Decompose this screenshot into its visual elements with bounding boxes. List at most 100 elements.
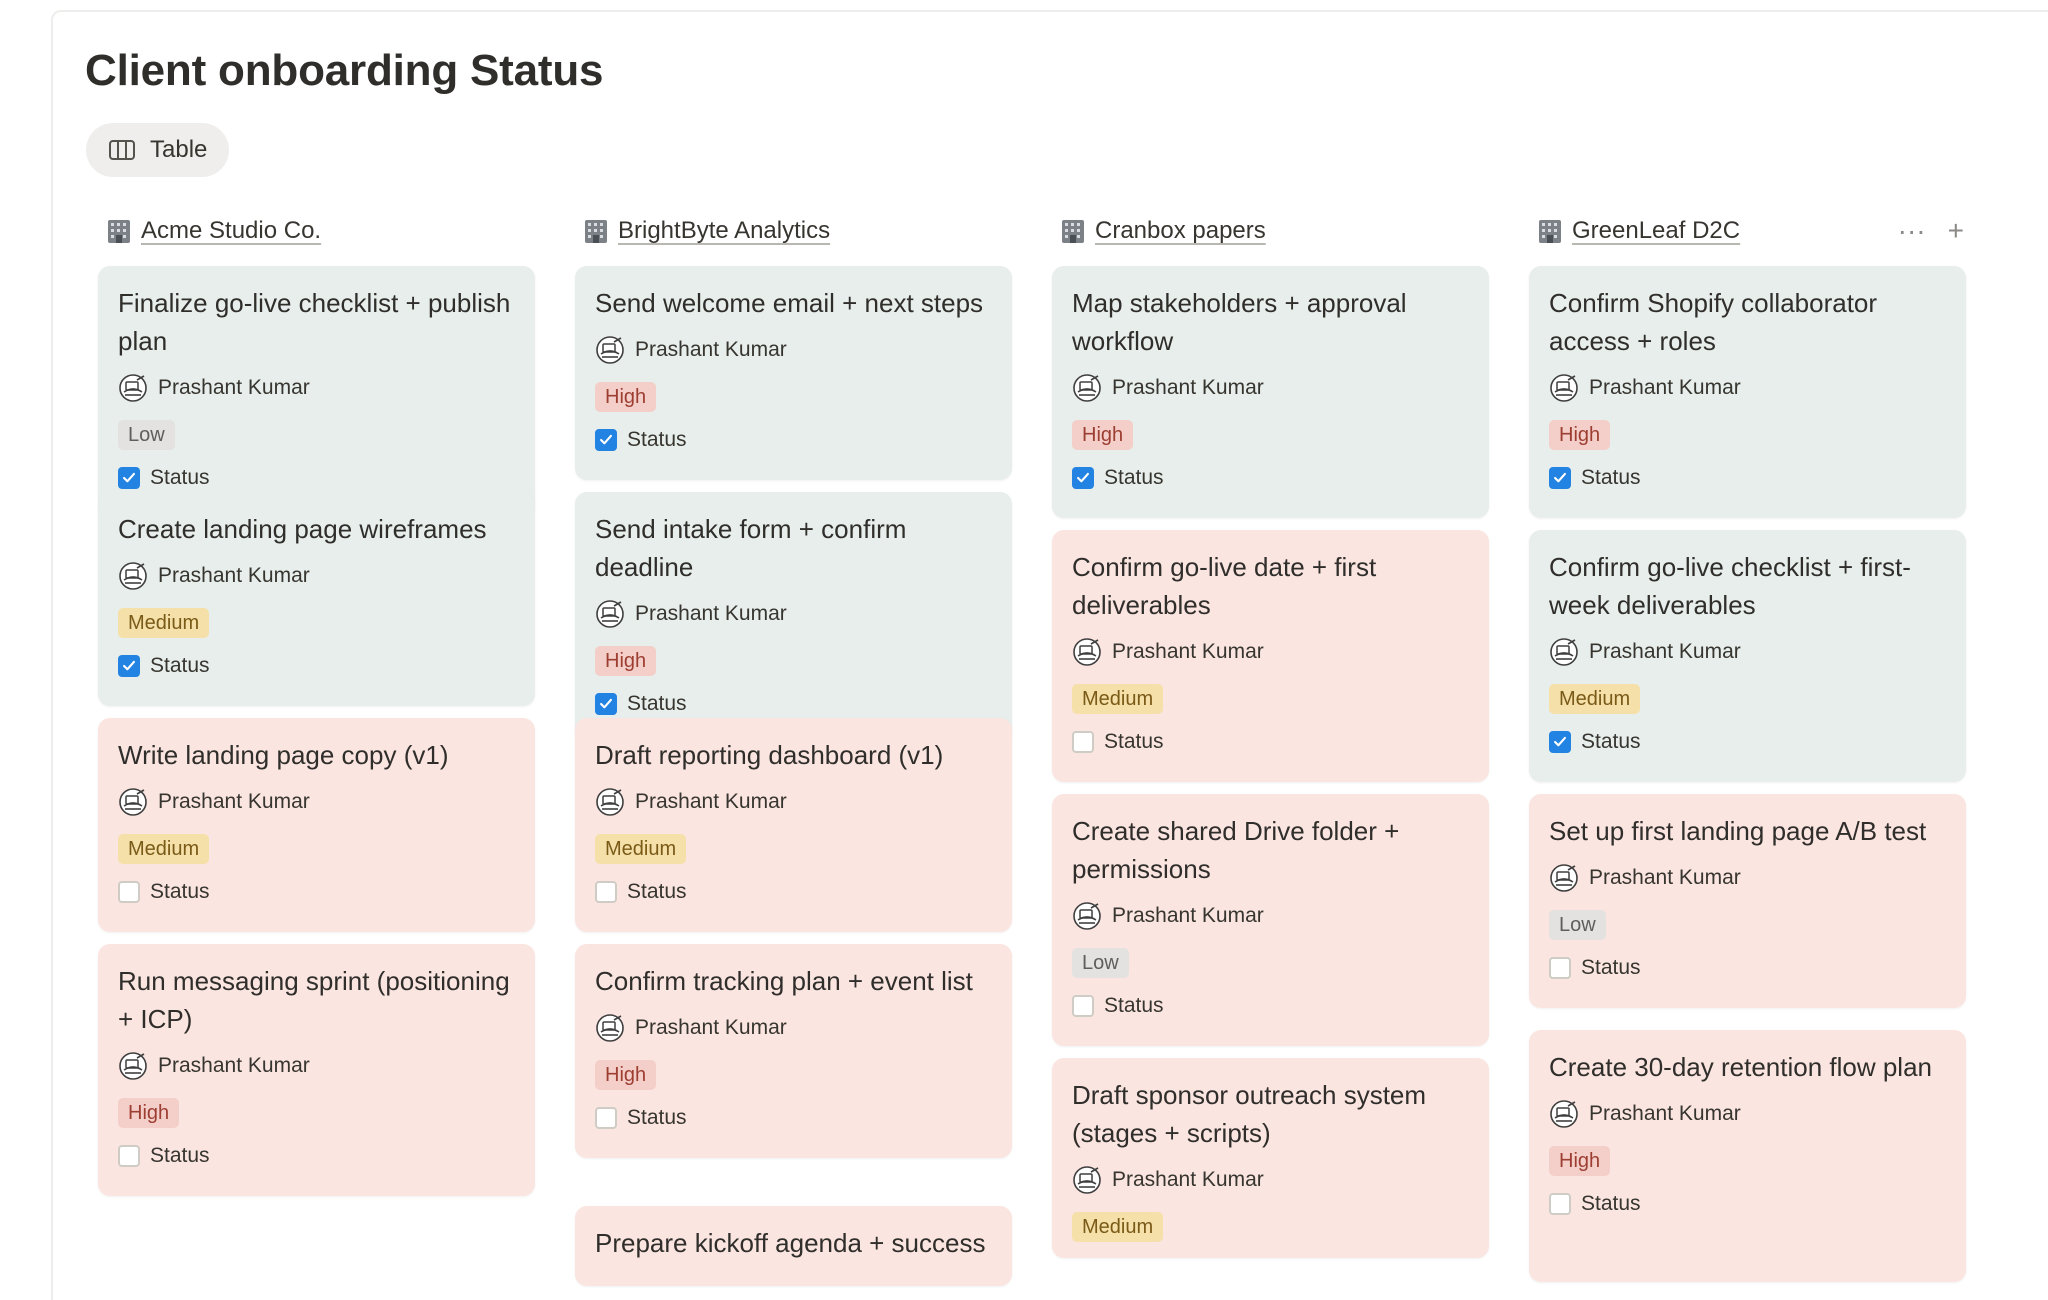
- priority-badge[interactable]: Medium: [1072, 1212, 1164, 1242]
- status-property[interactable]: Status: [1072, 992, 1469, 1020]
- assignee[interactable]: Prashant Kumar: [595, 336, 992, 364]
- task-card[interactable]: Write landing page copy (v1) Prashant Kum…: [98, 718, 535, 932]
- assignee[interactable]: Prashant Kumar: [1072, 638, 1469, 666]
- checkbox-checked-icon[interactable]: [1549, 467, 1571, 489]
- priority-badge[interactable]: Low: [118, 420, 175, 450]
- status-property[interactable]: Status: [1072, 464, 1469, 492]
- column-title[interactable]: BrightByte Analytics: [618, 217, 830, 245]
- task-card[interactable]: Finalize go-live checklist + publish pla…: [98, 266, 535, 518]
- checkbox-checked-icon[interactable]: [595, 693, 617, 715]
- status-label: Status: [150, 880, 210, 903]
- assignee[interactable]: Prashant Kumar: [1549, 864, 1946, 892]
- task-card[interactable]: Map stakeholders + approval workflow Pras…: [1052, 266, 1489, 518]
- status-property[interactable]: Status: [118, 878, 515, 906]
- priority-badge[interactable]: Medium: [118, 834, 210, 864]
- priority-badge[interactable]: High: [595, 382, 657, 412]
- status-property[interactable]: Status: [1549, 464, 1946, 492]
- checkbox-unchecked-icon[interactable]: [1549, 1193, 1571, 1215]
- status-property[interactable]: Status: [1549, 728, 1946, 756]
- task-card[interactable]: Confirm Shopify collaborator access + ro…: [1529, 266, 1966, 518]
- assignee[interactable]: Prashant Kumar: [595, 600, 992, 628]
- assignee[interactable]: Prashant Kumar: [118, 1052, 515, 1080]
- status-property[interactable]: Status: [1549, 1190, 1946, 1218]
- checkbox-unchecked-icon[interactable]: [1072, 995, 1094, 1017]
- more-options-icon[interactable]: ···: [1898, 217, 1926, 245]
- avatar-icon: [595, 335, 625, 365]
- assignee[interactable]: Prashant Kumar: [1072, 374, 1469, 402]
- assignee-name: Prashant Kumar: [635, 790, 787, 813]
- assignee[interactable]: Prashant Kumar: [595, 1014, 992, 1042]
- card-title: Set up first landing page A/B test: [1549, 816, 1927, 846]
- priority-badge[interactable]: High: [1072, 420, 1134, 450]
- assignee[interactable]: Prashant Kumar: [1549, 638, 1946, 666]
- checkbox-checked-icon[interactable]: [1549, 731, 1571, 753]
- column-title[interactable]: Acme Studio Co.: [141, 217, 321, 245]
- status-label: Status: [150, 466, 210, 489]
- add-card-icon[interactable]: +: [1948, 217, 1964, 245]
- priority-badge[interactable]: Medium: [595, 834, 687, 864]
- avatar-icon: [1072, 373, 1102, 403]
- priority-badge[interactable]: High: [595, 1060, 657, 1090]
- assignee[interactable]: Prashant Kumar: [595, 788, 992, 816]
- assignee[interactable]: Prashant Kumar: [1549, 374, 1946, 402]
- checkbox-unchecked-icon[interactable]: [118, 1145, 140, 1167]
- priority-badge[interactable]: Low: [1072, 948, 1129, 978]
- assignee[interactable]: Prashant Kumar: [1549, 1100, 1946, 1128]
- status-property[interactable]: Status: [118, 464, 515, 492]
- task-card[interactable]: Set up first landing page A/B test Prasha…: [1529, 794, 1966, 1008]
- tab-table-view[interactable]: Table: [86, 123, 229, 177]
- avatar-icon: [595, 599, 625, 629]
- assignee-name: Prashant Kumar: [1589, 866, 1741, 889]
- task-card[interactable]: Draft sponsor outreach system (stages + …: [1052, 1058, 1489, 1258]
- task-card[interactable]: Send intake form + confirm deadline Prash…: [575, 492, 1012, 744]
- checkbox-unchecked-icon[interactable]: [1072, 731, 1094, 753]
- assignee[interactable]: Prashant Kumar: [118, 788, 515, 816]
- checkbox-unchecked-icon[interactable]: [118, 881, 140, 903]
- priority-badge[interactable]: High: [1549, 1146, 1611, 1176]
- column-header[interactable]: Acme Studio Co.: [98, 214, 535, 248]
- column-header[interactable]: Cranbox papers: [1052, 214, 1489, 248]
- checkbox-checked-icon[interactable]: [595, 429, 617, 451]
- status-property[interactable]: Status: [1549, 954, 1946, 982]
- column-title[interactable]: Cranbox papers: [1095, 217, 1266, 245]
- column-header[interactable]: GreenLeaf D2C ··· +: [1529, 214, 1966, 248]
- status-property[interactable]: Status: [1072, 728, 1469, 756]
- checkbox-checked-icon[interactable]: [118, 655, 140, 677]
- priority-badge[interactable]: High: [595, 646, 657, 676]
- task-card[interactable]: Confirm go-live checklist + first-week d…: [1529, 530, 1966, 782]
- task-card[interactable]: Draft reporting dashboard (v1) Prashant K…: [575, 718, 1012, 932]
- task-card[interactable]: Create landing page wireframes Prashant K…: [98, 492, 535, 706]
- checkbox-unchecked-icon[interactable]: [595, 1107, 617, 1129]
- priority-badge[interactable]: High: [118, 1098, 180, 1128]
- status-property[interactable]: Status: [118, 652, 515, 680]
- checkbox-checked-icon[interactable]: [1072, 467, 1094, 489]
- assignee[interactable]: Prashant Kumar: [1072, 902, 1469, 930]
- task-card[interactable]: Send welcome email + next steps Prashant …: [575, 266, 1012, 480]
- checkbox-unchecked-icon[interactable]: [1549, 957, 1571, 979]
- assignee[interactable]: Prashant Kumar: [1072, 1166, 1469, 1194]
- checkbox-unchecked-icon[interactable]: [595, 881, 617, 903]
- assignee[interactable]: Prashant Kumar: [118, 562, 515, 590]
- column-header[interactable]: BrightByte Analytics: [575, 214, 1012, 248]
- task-card[interactable]: Create shared Drive folder + permissions…: [1052, 794, 1489, 1046]
- task-card[interactable]: Prepare kickoff agenda + success: [575, 1206, 1012, 1286]
- task-card[interactable]: Confirm go-live date + first deliverable…: [1052, 530, 1489, 782]
- priority-badge[interactable]: Medium: [118, 608, 210, 638]
- status-property[interactable]: Status: [595, 1104, 992, 1132]
- assignee-name: Prashant Kumar: [1112, 904, 1264, 927]
- status-property[interactable]: Status: [595, 426, 992, 454]
- status-property[interactable]: Status: [118, 1142, 515, 1170]
- priority-badge[interactable]: High: [1549, 420, 1611, 450]
- priority-badge[interactable]: Medium: [1072, 684, 1164, 714]
- checkbox-checked-icon[interactable]: [118, 467, 140, 489]
- task-card[interactable]: Create 30-day retention flow plan Prashan…: [1529, 1030, 1966, 1282]
- task-card[interactable]: Run messaging sprint (positioning + ICP)…: [98, 944, 535, 1196]
- task-card[interactable]: Confirm tracking plan + event list Prasha…: [575, 944, 1012, 1158]
- priority-badge[interactable]: Low: [1549, 910, 1606, 940]
- status-property[interactable]: Status: [595, 690, 992, 718]
- assignee[interactable]: Prashant Kumar: [118, 374, 515, 402]
- status-label: Status: [1104, 730, 1164, 753]
- status-property[interactable]: Status: [595, 878, 992, 906]
- priority-badge[interactable]: Medium: [1549, 684, 1641, 714]
- column-title[interactable]: GreenLeaf D2C: [1572, 217, 1740, 245]
